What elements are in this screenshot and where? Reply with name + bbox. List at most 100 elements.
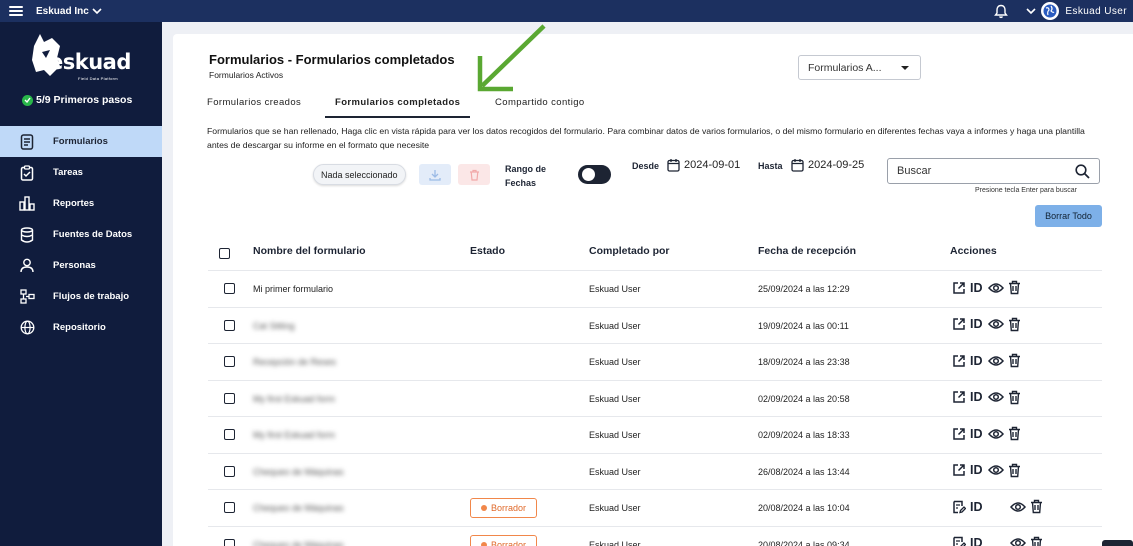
trash-icon[interactable]: [1008, 390, 1021, 405]
user-menu-chevron-icon[interactable]: [1026, 7, 1036, 15]
avatar[interactable]: [1041, 2, 1060, 20]
eye-icon[interactable]: [1009, 501, 1026, 513]
table-row[interactable]: Cat Sitting Eskuad User 19/09/2024 a las 0…: [208, 306, 1102, 344]
row-checkbox[interactable]: [224, 283, 235, 294]
row-actions: ID: [952, 317, 1021, 332]
column-header-received[interactable]: Fecha de recepción: [758, 245, 856, 257]
trash-icon[interactable]: [1030, 499, 1043, 514]
form-name-cell[interactable]: Chequeo de Máquinas: [253, 503, 344, 513]
trash-icon[interactable]: [1008, 317, 1021, 332]
form-name-cell[interactable]: Mi primer formulario: [253, 284, 333, 294]
eye-icon[interactable]: [987, 282, 1004, 294]
row-checkbox[interactable]: [224, 429, 235, 440]
sidebar-item-repositorio[interactable]: Repositorio: [0, 312, 162, 343]
sidebar-item-tareas[interactable]: Tareas: [0, 157, 162, 188]
trash-icon[interactable]: [1008, 353, 1021, 368]
open-external-icon[interactable]: [952, 390, 966, 404]
open-external-icon[interactable]: [952, 463, 966, 477]
eye-icon[interactable]: [987, 428, 1004, 440]
tab-compartido-contigo[interactable]: Compartido contigo: [495, 97, 585, 118]
open-external-icon[interactable]: [952, 354, 966, 368]
search-icon[interactable]: [1075, 164, 1090, 179]
download-button[interactable]: [419, 164, 451, 185]
received-date-cell: 19/09/2024 a las 00:11: [758, 320, 849, 331]
eye-icon[interactable]: [987, 391, 1004, 403]
trash-icon[interactable]: [1030, 536, 1043, 546]
column-header-completed-by[interactable]: Completado por: [589, 245, 670, 257]
select-all-checkbox[interactable]: [219, 248, 230, 259]
column-header-status[interactable]: Estado: [470, 245, 505, 257]
form-name-cell[interactable]: My first Eskuad form: [253, 394, 335, 404]
id-button[interactable]: ID: [970, 281, 983, 295]
row-checkbox[interactable]: [224, 392, 235, 404]
clear-all-button[interactable]: Borrar Todo: [1035, 205, 1102, 227]
table-row[interactable]: Chequeo de Máquinas Borrador Eskuad User 20…: [208, 525, 1102, 546]
org-switcher[interactable]: Eskuad Inc: [36, 6, 102, 17]
menu-icon[interactable]: [9, 6, 23, 16]
row-checkbox[interactable]: [224, 319, 235, 331]
table-row[interactable]: My first Eskuad form Eskuad User 02/09/202…: [208, 416, 1102, 453]
id-button[interactable]: ID: [970, 354, 983, 368]
to-date-picker[interactable]: 2024-09-25: [791, 158, 864, 172]
user-name[interactable]: Eskuad User: [1065, 6, 1127, 17]
form-name-cell[interactable]: Chequeo de Máquinas: [253, 540, 344, 546]
trash-icon[interactable]: [1008, 280, 1021, 295]
date-range-toggle[interactable]: [578, 165, 611, 184]
tab-formularios-completados[interactable]: Formularios completados: [325, 97, 471, 118]
table-row[interactable]: My first Eskuad form Eskuad User 02/09/202…: [208, 379, 1102, 417]
table-row[interactable]: Recepción de Reses Eskuad User 18/09/2024 …: [208, 343, 1102, 380]
sidebar-item-flujos-de-trabajo[interactable]: Flujos de trabajo: [0, 281, 162, 312]
id-button[interactable]: ID: [970, 463, 983, 477]
row-checkbox[interactable]: [224, 356, 235, 367]
sidebar-item-personas[interactable]: Personas: [0, 250, 162, 281]
column-header-name[interactable]: Nombre del formulario: [253, 245, 366, 257]
row-actions: ID: [952, 463, 1021, 478]
id-button[interactable]: ID: [970, 317, 983, 331]
table-row[interactable]: Mi primer formulario Eskuad User 25/09/202…: [208, 270, 1102, 307]
eskuad-logo[interactable]: eskuad Field Data Platform: [28, 30, 138, 90]
database-icon: [18, 226, 36, 244]
id-button[interactable]: ID: [970, 536, 983, 546]
delete-button[interactable]: [458, 164, 490, 185]
eye-icon[interactable]: [1009, 537, 1026, 546]
sidebar-item-label: Formularios: [53, 136, 108, 147]
sidebar-item-reportes[interactable]: Reportes: [0, 188, 162, 219]
row-checkbox[interactable]: [224, 465, 235, 477]
open-external-icon[interactable]: [952, 427, 966, 441]
id-button[interactable]: ID: [970, 500, 983, 514]
bell-icon[interactable]: [994, 4, 1009, 19]
edit-draft-icon[interactable]: [952, 536, 966, 546]
sidebar-item-label: Personas: [53, 260, 96, 271]
first-steps-link[interactable]: 5/9 Primeros pasos: [22, 94, 132, 106]
trash-icon[interactable]: [1008, 426, 1021, 441]
from-date-picker[interactable]: 2024-09-01: [667, 158, 740, 172]
search-input[interactable]: [897, 165, 1067, 177]
trash-icon[interactable]: [1008, 463, 1021, 478]
eye-icon[interactable]: [987, 355, 1004, 367]
sidebar-item-fuentes-de-datos[interactable]: Fuentes de Datos: [0, 219, 162, 250]
eye-icon[interactable]: [987, 464, 1004, 476]
form-name-cell[interactable]: Chequeo de Máquinas: [253, 467, 344, 477]
search-hint: Presione tecla Enter para buscar: [975, 187, 1077, 194]
table-row[interactable]: Chequeo de Máquinas Borrador Eskuad User 20…: [208, 489, 1102, 526]
id-button[interactable]: ID: [970, 390, 983, 404]
form-name-cell[interactable]: Recepción de Reses: [253, 357, 336, 367]
table-row[interactable]: Chequeo de Máquinas Eskuad User 26/08/2024…: [208, 452, 1102, 490]
form-name-cell[interactable]: Cat Sitting: [253, 321, 295, 331]
scroll-handle[interactable]: [1102, 540, 1133, 546]
id-button[interactable]: ID: [970, 427, 983, 441]
row-checkbox[interactable]: [224, 502, 235, 513]
completed-by-cell: Eskuad User: [589, 430, 641, 440]
received-date-cell: 26/08/2024 a las 13:44: [758, 466, 850, 477]
sidebar-item-formularios[interactable]: Formularios: [0, 126, 162, 157]
workflow-icon: [18, 288, 36, 306]
open-external-icon[interactable]: [952, 317, 966, 331]
form-filter-select[interactable]: Formularios A...: [798, 55, 921, 80]
row-checkbox[interactable]: [224, 538, 235, 546]
edit-draft-icon[interactable]: [952, 500, 966, 514]
status-dot: [480, 505, 487, 511]
open-external-icon[interactable]: [952, 281, 966, 295]
form-name-cell[interactable]: My first Eskuad form: [253, 430, 335, 440]
tab-formularios-creados[interactable]: Formularios creados: [207, 97, 301, 118]
eye-icon[interactable]: [987, 318, 1004, 330]
